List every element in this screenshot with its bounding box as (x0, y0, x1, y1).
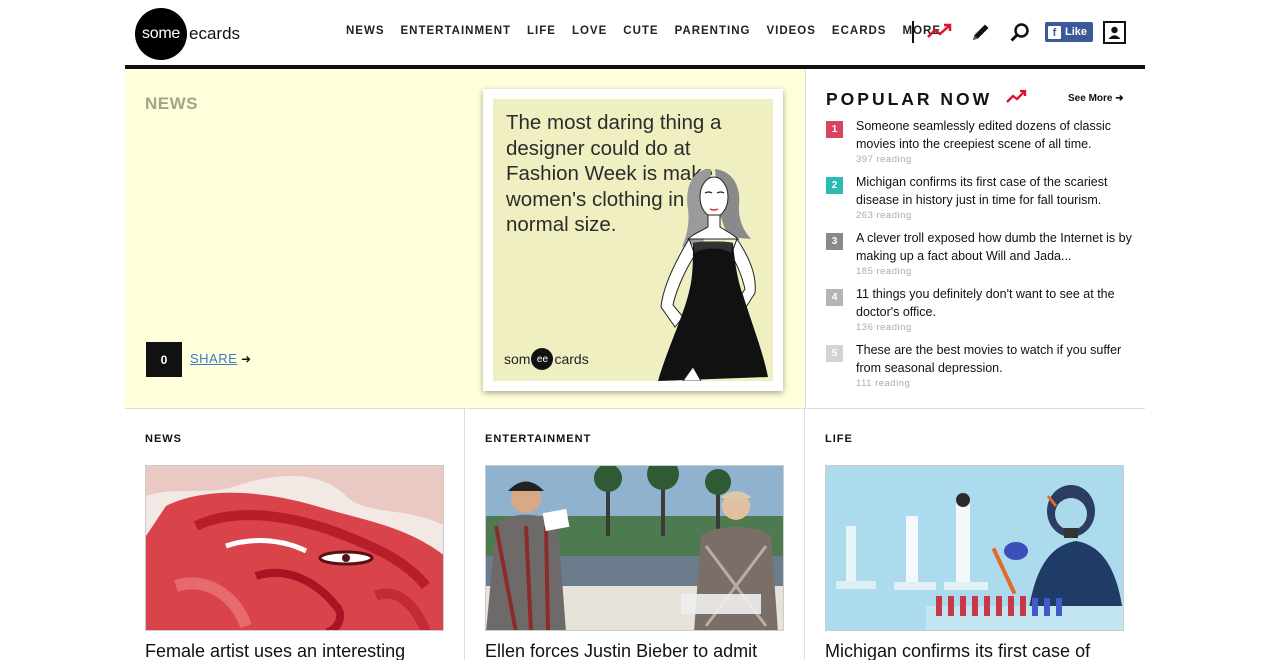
facebook-icon: f (1048, 25, 1061, 39)
site-logo[interactable]: some ecards (135, 8, 240, 60)
share-count: 0 (146, 342, 182, 377)
popular-item-title[interactable]: 11 things you definitely don't want to s… (856, 285, 1136, 321)
trending-icon (1006, 89, 1028, 110)
main-nav: NEWS ENTERTAINMENT LIFE LOVE CUTE PARENT… (346, 25, 957, 37)
column-label[interactable]: ENTERTAINMENT (485, 433, 591, 445)
article-thumbnail[interactable] (825, 465, 1124, 631)
talk-show-image (486, 466, 783, 630)
facebook-like-button[interactable]: f Like (1045, 22, 1093, 42)
ecard-woman-illustration (658, 169, 768, 381)
column-label[interactable]: LIFE (825, 433, 853, 445)
nav-item-news[interactable]: NEWS (346, 25, 385, 37)
logo-text: ecards (189, 24, 241, 43)
nav-item-cute[interactable]: CUTE (623, 25, 658, 37)
popular-now-panel: POPULAR NOW See More ➜ 1 Someone seamles… (805, 69, 1145, 409)
pencil-icon[interactable] (970, 21, 992, 48)
article-title[interactable]: Female artist uses an interesting (145, 641, 405, 660)
reading-count: 185 reading (856, 266, 912, 277)
search-icon[interactable] (1009, 22, 1031, 49)
nav-item-videos[interactable]: VIDEOS (766, 25, 815, 37)
hero-category-label[interactable]: NEWS (145, 94, 198, 114)
hero-section: NEWS 0 SHARE ➜ The most daring thing a d… (125, 69, 805, 409)
ecard-logo-right: cards (554, 351, 589, 367)
featured-ecard[interactable]: The most daring thing a designer could d… (483, 89, 783, 391)
user-icon (1108, 26, 1121, 39)
facebook-like-label: Like (1065, 26, 1088, 38)
article-thumbnail[interactable] (485, 465, 784, 631)
popular-item-title[interactable]: These are the best movies to watch if yo… (856, 341, 1136, 377)
nav-item-entertainment[interactable]: ENTERTAINMENT (401, 25, 512, 37)
arrow-right-icon: ➜ (241, 352, 252, 366)
ecard-logo-mid: ee (531, 348, 554, 370)
column-label[interactable]: NEWS (145, 433, 182, 445)
share-link[interactable]: SHARE (190, 351, 237, 366)
lab-scientist-image (826, 466, 1123, 630)
site-header: some ecards NEWS ENTERTAINMENT LIFE LOVE… (125, 0, 1145, 69)
nav-item-life[interactable]: LIFE (527, 25, 556, 37)
rank-badge: 5 (826, 345, 843, 362)
rank-badge: 1 (826, 121, 843, 138)
reading-count: 111 reading (856, 378, 911, 389)
rank-badge: 4 (826, 289, 843, 306)
rank-badge: 2 (826, 177, 843, 194)
article-title[interactable]: Michigan confirms its first case of (825, 641, 1090, 660)
nav-item-parenting[interactable]: PARENTING (675, 25, 751, 37)
logo-circle: some (135, 8, 187, 60)
popular-now-title: POPULAR NOW (826, 89, 993, 109)
reading-count: 263 reading (856, 210, 912, 221)
trending-icon[interactable] (927, 22, 953, 45)
reading-count: 397 reading (856, 154, 912, 165)
painted-face-image (146, 466, 443, 630)
article-thumbnail[interactable] (145, 465, 444, 631)
user-account-button[interactable] (1103, 21, 1126, 44)
nav-item-love[interactable]: LOVE (572, 25, 607, 37)
nav-divider (912, 21, 914, 43)
category-column-entertainment: ENTERTAINMENT Ellen forces Justin Bieber… (465, 409, 805, 660)
article-title[interactable]: Ellen forces Justin Bieber to admit (485, 641, 757, 660)
see-more-link[interactable]: See More ➜ (1068, 93, 1124, 104)
ecard-logo-left: som (504, 351, 531, 367)
ecard-logo: som ee cards (504, 348, 589, 370)
popular-item-title[interactable]: Michigan confirms its first case of the … (856, 173, 1136, 209)
popular-item-title[interactable]: Someone seamlessly edited dozens of clas… (856, 117, 1136, 153)
popular-item-title[interactable]: A clever troll exposed how dumb the Inte… (856, 229, 1136, 265)
nav-item-ecards[interactable]: ECARDS (832, 25, 887, 37)
ecard-body: The most daring thing a designer could d… (493, 99, 773, 381)
category-column-life: LIFE Michigan confirms its first case of (805, 409, 1145, 660)
category-column-news: NEWS Female artist uses an interesting (125, 409, 465, 660)
reading-count: 136 reading (856, 322, 912, 333)
rank-badge: 3 (826, 233, 843, 250)
